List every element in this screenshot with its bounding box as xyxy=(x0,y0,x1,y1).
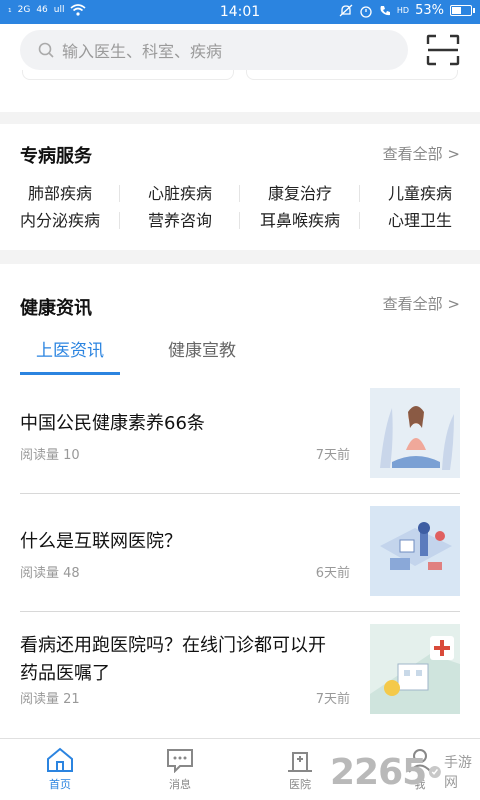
specialty-item-lung[interactable]: 肺部疾病 xyxy=(0,180,120,207)
scan-icon[interactable] xyxy=(426,34,460,66)
article-thumbnail xyxy=(370,624,460,714)
article-time: 7天前 xyxy=(315,692,350,707)
specialty-view-all-link[interactable]: 查看全部 > xyxy=(383,143,460,164)
article-time: 6天前 xyxy=(315,566,350,581)
tabbar-label: 医院 xyxy=(289,778,311,791)
hd-label: HD xyxy=(396,6,410,15)
home-icon xyxy=(47,747,73,772)
hd-call-icon xyxy=(380,5,390,15)
article-title: 什么是互联网医院？ xyxy=(20,531,182,552)
article-thumbnail xyxy=(370,388,460,478)
card-peek-left xyxy=(22,70,234,80)
search-icon xyxy=(38,42,54,58)
specialty-item-ent[interactable]: 耳鼻喉疾病 xyxy=(240,207,360,234)
tabbar-label: 消息 xyxy=(169,778,191,791)
specialty-item-children[interactable]: 儿童疾病 xyxy=(360,180,480,207)
specialty-item-endocrine[interactable]: 内分泌疾病 xyxy=(0,207,120,234)
bell-mute-icon xyxy=(339,4,353,16)
specialty-item-mental[interactable]: 心理卫生 xyxy=(360,207,480,234)
news-title: 健康资讯 xyxy=(20,298,92,319)
status-bar: ₁ 2G 46 ull 14:01 HD 53% xyxy=(0,0,480,24)
status-right-group: HD 53% xyxy=(339,3,475,18)
specialty-item-rehab[interactable]: 康复治疗 xyxy=(240,180,360,207)
article-read-count: 阅读量 21 xyxy=(20,692,80,707)
search-placeholder: 输入医生、科室、疾病 xyxy=(62,42,223,61)
section-divider-2 xyxy=(0,250,480,264)
article-read-count: 阅读量 48 xyxy=(20,566,80,581)
article-title: 中国公民健康素养66条 xyxy=(20,413,205,434)
specialty-grid: 肺部疾病 心脏疾病 康复治疗 儿童疾病 内分泌疾病 营养咨询 耳鼻喉疾病 心理卫… xyxy=(0,180,480,234)
battery-percent: 53% xyxy=(415,3,444,18)
card-peek-right xyxy=(246,70,458,80)
article-item[interactable]: 中国公民健康素养66条 阅读量 10 7天前 xyxy=(20,376,460,494)
battery-icon xyxy=(450,5,475,16)
specialty-item-nutrition[interactable]: 营养咨询 xyxy=(120,207,240,234)
article-meta: 阅读量 21 7天前 xyxy=(20,688,350,707)
watermark-emblem-icon xyxy=(429,765,442,779)
section-divider xyxy=(0,112,480,124)
specialty-title: 专病服务 xyxy=(20,146,92,167)
article-meta: 阅读量 48 6天前 xyxy=(20,562,350,581)
tab-hospital-news[interactable]: 上医资讯 xyxy=(20,332,120,375)
search-input[interactable]: 输入医生、科室、疾病 xyxy=(20,30,408,70)
article-thumbnail xyxy=(370,506,460,596)
article-item[interactable]: 看病还用跑医院吗？在线门诊都可以开药品医嘱了 阅读量 21 7天前 xyxy=(20,612,460,730)
tab-health-education[interactable]: 健康宣教 xyxy=(152,332,252,375)
hospital-icon xyxy=(288,752,312,772)
article-item[interactable]: 什么是互联网医院？ 阅读量 48 6天前 xyxy=(20,494,460,612)
article-title: 看病还用跑医院吗？在线门诊都可以开药品医嘱了 xyxy=(20,635,326,684)
battery-fill xyxy=(452,7,461,14)
article-meta: 阅读量 10 7天前 xyxy=(20,444,350,463)
tabbar-item-home[interactable]: 首页 xyxy=(0,739,120,800)
article-read-count: 阅读量 10 xyxy=(20,448,80,463)
watermark-text: 手游网 xyxy=(443,755,472,791)
watermark-number: 2265 xyxy=(330,751,427,793)
news-tabs: 上医资讯 健康宣教 xyxy=(20,332,284,375)
tabbar-label: 首页 xyxy=(49,778,71,791)
article-time: 7天前 xyxy=(315,448,350,463)
chat-icon xyxy=(167,749,193,773)
specialty-item-heart[interactable]: 心脏疾病 xyxy=(120,180,240,207)
news-view-all-link[interactable]: 查看全部 > xyxy=(383,293,460,314)
tabbar-item-messages[interactable]: 消息 xyxy=(120,739,240,800)
watermark-logo: 2265 手游网 xyxy=(330,744,480,800)
alarm-icon xyxy=(360,5,372,18)
